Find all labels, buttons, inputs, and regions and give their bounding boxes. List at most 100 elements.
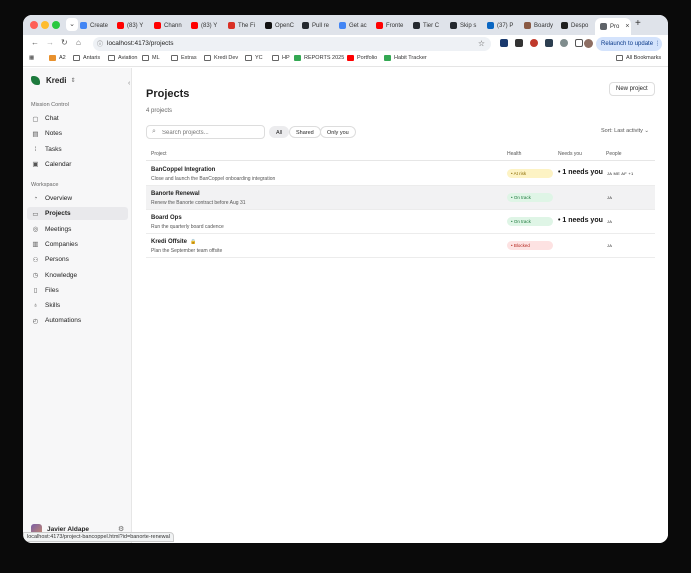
search-input[interactable]: [162, 128, 262, 138]
bookmark-item[interactable]: Antaris: [73, 55, 100, 61]
collapse-sidebar-icon[interactable]: ‹: [128, 80, 130, 87]
sidebar-item-label: Calendar: [45, 160, 72, 168]
needs-you-indicator[interactable]: • 1 needs you: [558, 169, 603, 176]
close-tab-icon[interactable]: ×: [625, 23, 629, 30]
tab-favicon-icon: [376, 22, 383, 29]
extension-icon[interactable]: [500, 39, 508, 47]
tab-favicon-icon: [487, 22, 494, 29]
all-bookmarks[interactable]: All Bookmarks: [616, 55, 661, 61]
sidebar-item-projects[interactable]: ▭ Projects: [27, 207, 128, 221]
sidebar-item-tasks[interactable]: ⁞ Tasks: [27, 143, 128, 156]
browser-tab[interactable]: (83) Y: [117, 18, 151, 33]
browser-tab[interactable]: Pro ×: [595, 18, 631, 35]
folder-icon: [272, 55, 279, 61]
close-window-button[interactable]: [30, 21, 38, 29]
column-project[interactable]: Project: [151, 151, 167, 157]
sidebar-item-automations[interactable]: ◴ Automations: [27, 314, 128, 327]
extension-icon[interactable]: [560, 39, 568, 47]
apps-grid-icon[interactable]: ▦: [29, 55, 34, 61]
sidebar-item-companies[interactable]: ▥ Companies: [27, 238, 128, 251]
health-label: On track: [513, 195, 531, 200]
tab-label: (83) Y: [201, 22, 218, 29]
address-bar[interactable]: ⓘ localhost:4173/projects ☆: [93, 37, 491, 51]
sort-dropdown[interactable]: Sort: Last activity ⌄: [601, 128, 649, 134]
browser-tab[interactable]: (37) P: [487, 18, 521, 33]
bookmark-item[interactable]: Aviation: [108, 55, 137, 61]
workspace-switcher[interactable]: Kredi ⇕: [31, 76, 75, 85]
table-row[interactable]: Kredi Offsite 🔒 Plan the September team of…: [146, 234, 655, 258]
relaunch-button[interactable]: Relaunch to update ⋮: [596, 37, 662, 51]
extension-icon[interactable]: [545, 39, 553, 47]
folder-icon: [245, 55, 252, 61]
relaunch-label: Relaunch to update: [601, 41, 654, 47]
browser-tab[interactable]: Create: [80, 18, 114, 33]
tab-favicon-icon: [117, 22, 124, 29]
search-icon: ⌕: [152, 128, 156, 135]
tab-favicon-icon: [600, 23, 607, 30]
filter-shared[interactable]: Shared: [289, 126, 321, 138]
table-row[interactable]: BanCoppel Integration Close and launch th…: [146, 162, 655, 186]
bookmark-item[interactable]: A2: [49, 55, 66, 61]
profile-avatar[interactable]: [584, 39, 593, 48]
forward-icon[interactable]: →: [46, 38, 54, 47]
bookmark-label: Aviation: [118, 55, 138, 61]
sidebar-item-skills[interactable]: ♁ Skills: [27, 299, 128, 312]
extension-icon[interactable]: [530, 39, 538, 47]
bookmark-item[interactable]: Extras: [171, 55, 197, 61]
browser-tab[interactable]: Tier C: [413, 18, 447, 33]
project-name[interactable]: Board Ops: [151, 215, 182, 221]
bookmark-item[interactable]: Habit Tracker: [384, 55, 427, 61]
reload-icon[interactable]: ↻: [61, 38, 68, 47]
project-name[interactable]: Kredi Offsite 🔒: [151, 239, 196, 245]
sidebar-item-knowledge[interactable]: ◷ Knowledge: [27, 269, 128, 282]
new-tab-button[interactable]: +: [635, 18, 641, 29]
home-icon[interactable]: ⌂: [76, 38, 81, 47]
browser-tab[interactable]: The Fi: [228, 18, 262, 33]
column-needs-you[interactable]: Needs you: [558, 151, 582, 157]
column-health[interactable]: Health: [507, 151, 521, 157]
browser-tab[interactable]: Despo: [561, 18, 595, 33]
extension-icon[interactable]: [515, 39, 523, 47]
sidebar-item-calendar[interactable]: ▣ Calendar: [27, 158, 128, 171]
minimize-window-button[interactable]: [41, 21, 49, 29]
search-box[interactable]: ⌕: [146, 125, 265, 139]
maximize-window-button[interactable]: [52, 21, 60, 29]
sidebar-item-overview[interactable]: ◔ Overview: [27, 192, 128, 205]
browser-tab[interactable]: Fronte: [376, 18, 410, 33]
sidebar-item-chat[interactable]: ▢ Chat: [27, 112, 128, 125]
browser-tab[interactable]: Boardy: [524, 18, 558, 33]
bookmark-label: REPORTS 2025: [304, 55, 345, 61]
bookmark-favicon-icon: [294, 55, 301, 61]
project-name[interactable]: BanCoppel Integration: [151, 167, 215, 173]
bookmark-item[interactable]: ML: [142, 55, 160, 61]
project-name[interactable]: Banorte Renewal: [151, 191, 200, 197]
browser-tab[interactable]: OpenC: [265, 18, 299, 33]
site-info-icon[interactable]: ⓘ: [97, 39, 103, 48]
sidebar-item-meetings[interactable]: ◎ Meetings: [27, 223, 128, 236]
bookmark-item[interactable]: REPORTS 2025: [294, 55, 344, 61]
bookmark-item[interactable]: HP: [272, 55, 290, 61]
table-row[interactable]: Banorte Renewal Renew the Banorte contrac…: [146, 186, 655, 210]
extensions-puzzle-icon[interactable]: [575, 39, 583, 47]
bookmark-star-icon[interactable]: ☆: [478, 39, 485, 48]
bookmark-item[interactable]: Kredi Dev: [204, 55, 238, 61]
bookmark-item[interactable]: YC: [245, 55, 263, 61]
column-people[interactable]: People: [606, 151, 622, 157]
sidebar-item-notes[interactable]: ▤ Notes: [27, 127, 128, 140]
tab-search-icon[interactable]: ⌄: [66, 18, 78, 31]
table-row[interactable]: Board Ops Run the quarterly board cadence…: [146, 210, 655, 234]
browser-tab[interactable]: Skip s: [450, 18, 484, 33]
needs-you-indicator[interactable]: • 1 needs you: [558, 217, 603, 224]
browser-tab[interactable]: (83) Y: [191, 18, 225, 33]
browser-tab[interactable]: Get ac: [339, 18, 373, 33]
filter-all[interactable]: All: [269, 126, 290, 138]
back-icon[interactable]: ←: [31, 38, 39, 47]
filter-only-you[interactable]: Only you: [320, 126, 356, 138]
browser-tab[interactable]: Chann: [154, 18, 188, 33]
browser-tab[interactable]: Pull re: [302, 18, 336, 33]
bookmark-item[interactable]: Portfolio: [347, 55, 377, 61]
bookmark-favicon-icon: [384, 55, 391, 61]
new-project-button[interactable]: New project: [609, 82, 655, 96]
sidebar-item-persons[interactable]: ⚇ Persons: [27, 253, 128, 266]
sidebar-item-files[interactable]: ▯ Files: [27, 284, 128, 297]
